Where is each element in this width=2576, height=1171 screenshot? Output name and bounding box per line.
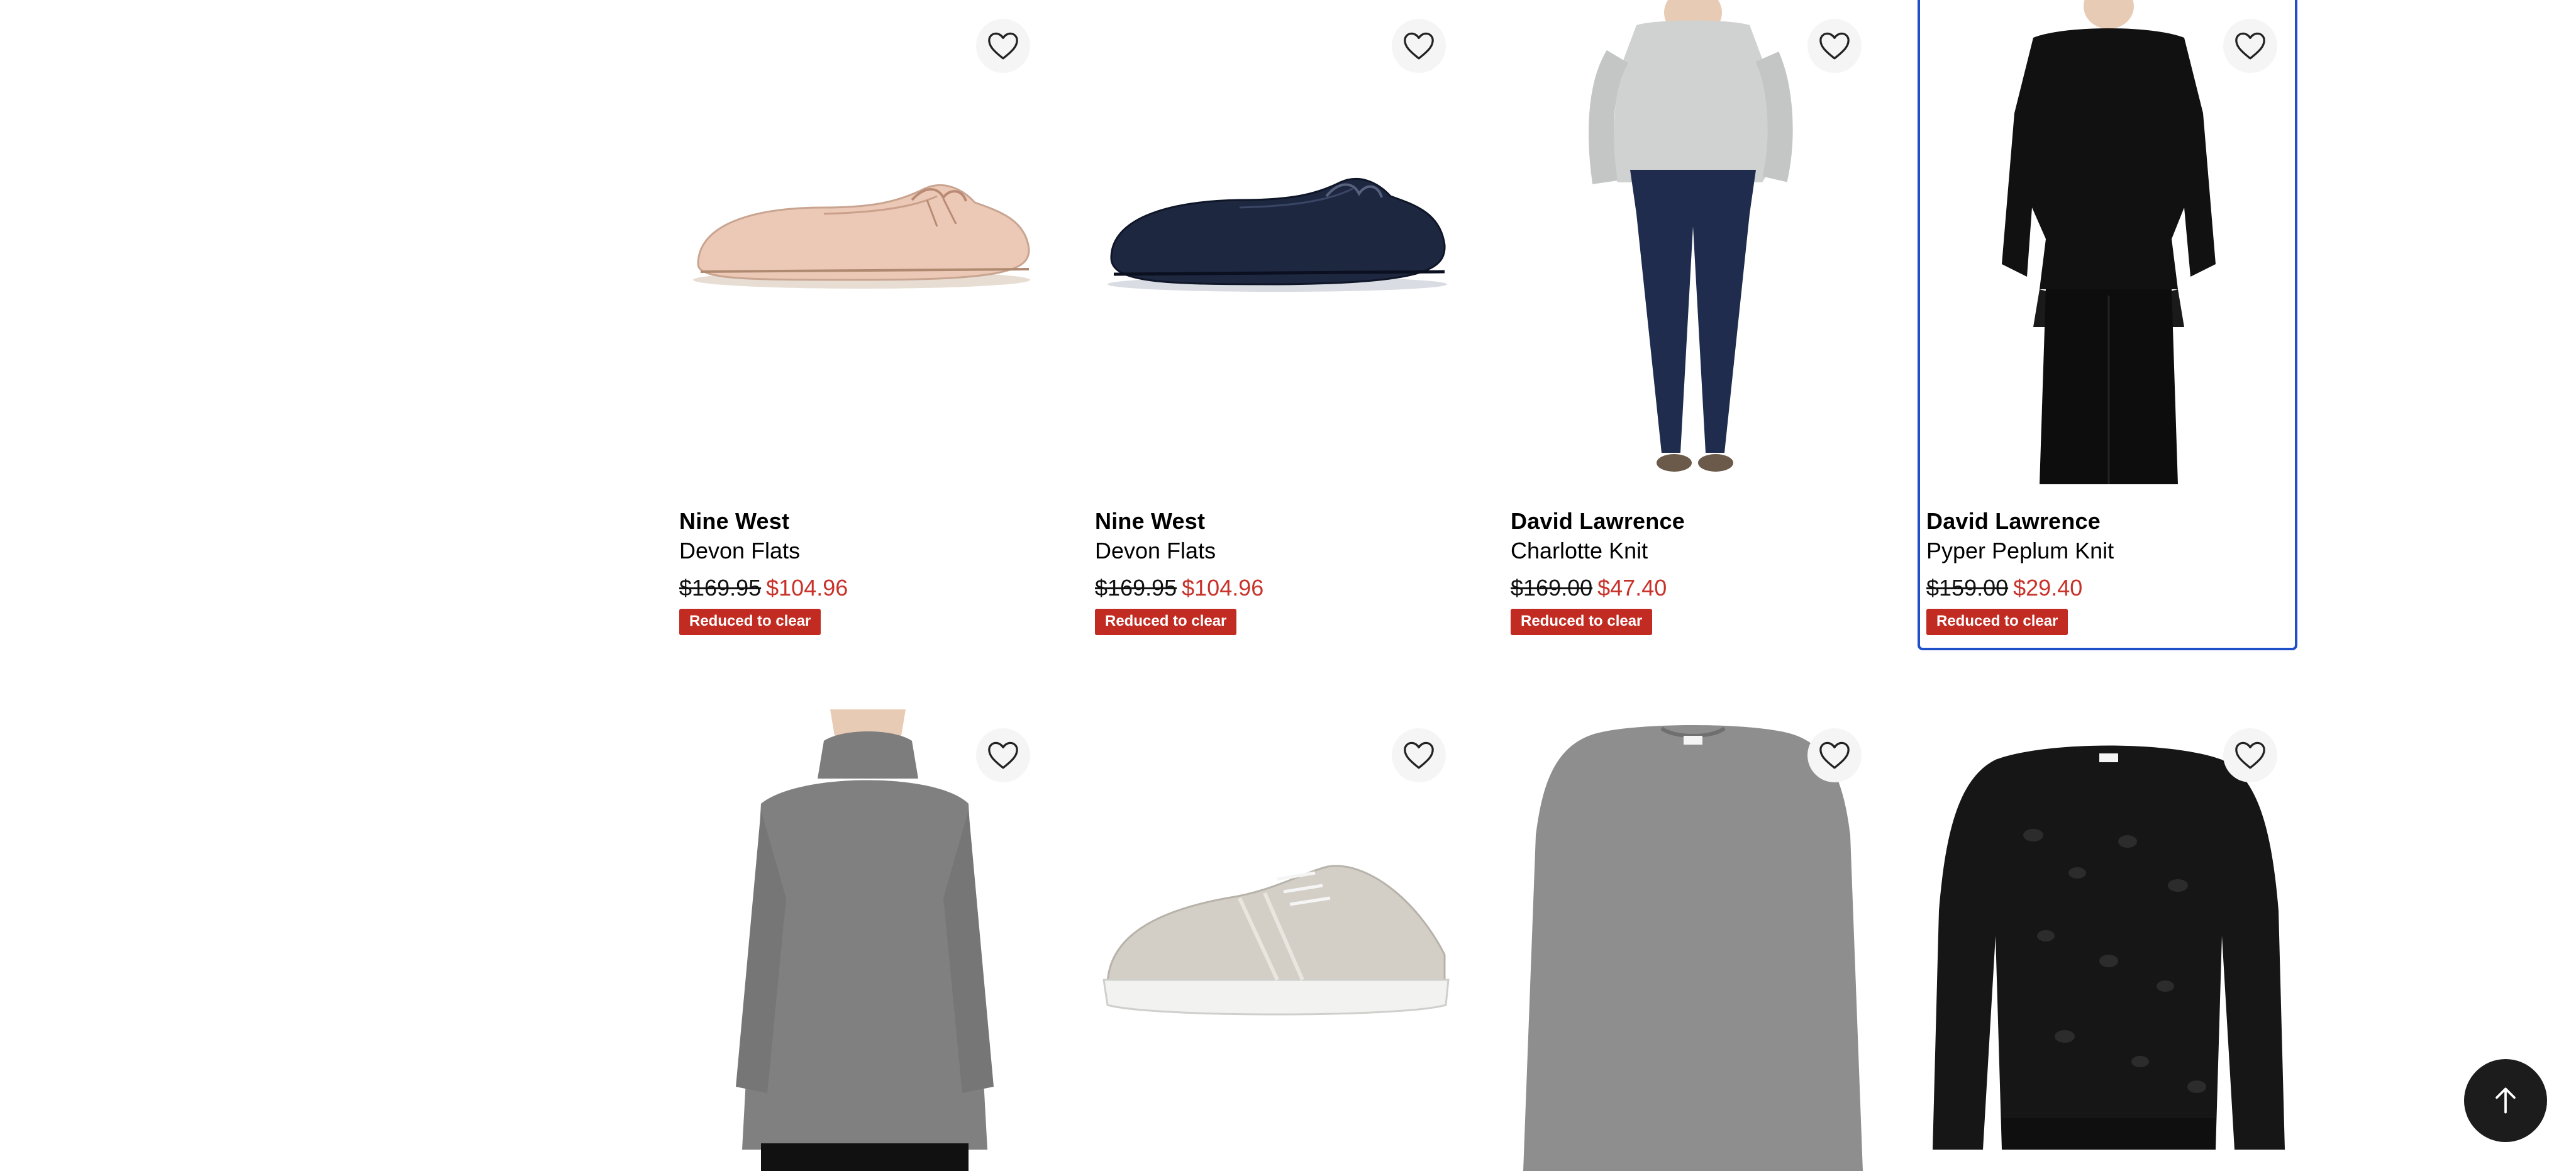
product-card[interactable]: Nine West Devon Flats $169.95 $104.96 Red…	[673, 0, 1048, 648]
original-price: $169.95	[679, 575, 762, 601]
favourite-button[interactable]	[1392, 19, 1446, 73]
favourite-button[interactable]	[1392, 728, 1446, 782]
black-peplum-knit-model-image	[1920, 0, 2295, 484]
heart-outline-icon	[1404, 32, 1434, 60]
product-name[interactable]: Charlotte Knit	[1511, 538, 1648, 564]
favourite-button[interactable]	[1807, 728, 1862, 782]
product-card[interactable]	[1920, 709, 2295, 1171]
product-card[interactable]	[673, 709, 1048, 1171]
shoe-loafer-navy-image	[1108, 177, 1447, 292]
product-card[interactable]	[1089, 709, 1463, 1171]
product-card[interactable]: David Lawrence Charlotte Knit $169.00 $47…	[1504, 0, 1879, 648]
grey-knit-model-image	[1504, 0, 1879, 484]
product-brand[interactable]: David Lawrence	[1511, 508, 1685, 535]
heart-outline-icon	[988, 32, 1018, 60]
back-to-top-button[interactable]	[2464, 1059, 2547, 1142]
product-image[interactable]	[1920, 0, 2295, 484]
sale-price: $104.96	[766, 575, 848, 601]
arrow-up-icon	[2496, 1087, 2516, 1114]
sale-badge: Reduced to clear	[1095, 609, 1237, 635]
product-card[interactable]: Nine West Devon Flats $169.95 $104.96 Red…	[1089, 0, 1463, 648]
product-price: $159.00 $29.40	[1926, 575, 2082, 601]
heart-outline-icon	[1819, 741, 1850, 769]
product-brand[interactable]: Nine West	[1095, 508, 1205, 535]
favourite-button[interactable]	[1807, 19, 1862, 73]
original-price: $169.00	[1511, 575, 1593, 601]
shoe-loafer-blush-image	[693, 184, 1030, 289]
product-image[interactable]	[1089, 0, 1463, 484]
product-name[interactable]: Devon Flats	[1095, 538, 1216, 564]
sale-price: $47.40	[1597, 575, 1667, 601]
heart-outline-icon	[1819, 32, 1850, 60]
original-price: $159.00	[1926, 575, 2009, 601]
product-grid: Nine West Devon Flats $169.95 $104.96 Red…	[667, 0, 2302, 1171]
product-brand[interactable]: Nine West	[679, 508, 789, 535]
heart-outline-icon	[2235, 32, 2265, 60]
sale-price: $29.40	[2013, 575, 2083, 601]
product-price: $169.95 $104.96	[1095, 575, 1263, 601]
heart-outline-icon	[988, 741, 1018, 769]
product-name[interactable]: Devon Flats	[679, 538, 800, 564]
favourite-button[interactable]	[976, 728, 1030, 782]
product-card[interactable]	[1504, 709, 1879, 1171]
heart-outline-icon	[2235, 741, 2265, 769]
favourite-button[interactable]	[2223, 728, 2277, 782]
product-image[interactable]	[1504, 0, 1879, 484]
sale-price: $104.96	[1182, 575, 1264, 601]
favourite-button[interactable]	[2223, 19, 2277, 73]
product-price: $169.95 $104.96	[679, 575, 848, 601]
heart-outline-icon	[1404, 741, 1434, 769]
original-price: $169.95	[1095, 575, 1177, 601]
product-price: $169.00 $47.40	[1511, 575, 1667, 601]
favourite-button[interactable]	[976, 19, 1030, 73]
product-card-selected[interactable]: David Lawrence Pyper Peplum Knit $159.00…	[1918, 0, 2297, 650]
product-name[interactable]: Pyper Peplum Knit	[1926, 538, 2114, 564]
sale-badge: Reduced to clear	[1926, 609, 2068, 635]
sale-badge: Reduced to clear	[679, 609, 821, 635]
product-image[interactable]	[673, 0, 1048, 484]
sale-badge: Reduced to clear	[1511, 609, 1653, 635]
product-brand[interactable]: David Lawrence	[1926, 508, 2101, 535]
